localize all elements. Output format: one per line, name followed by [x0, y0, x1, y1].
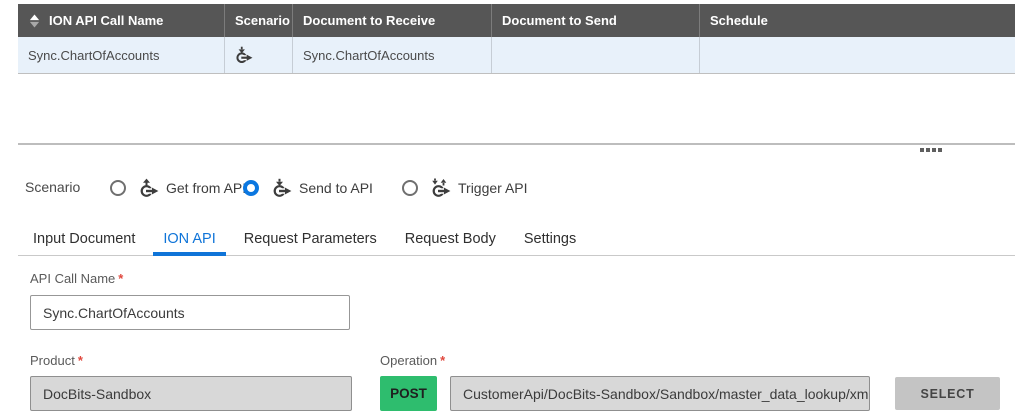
- column-header-label: Document to Receive: [303, 13, 435, 28]
- tab-request-parameters[interactable]: Request Parameters: [234, 222, 387, 255]
- radio-button[interactable]: [110, 180, 126, 196]
- cell-document-to-receive: Sync.ChartOfAccounts: [293, 37, 492, 73]
- scenario-radio-group: Scenario Get from API Send to API Trigge…: [0, 175, 1015, 201]
- scenario-group-label: Scenario: [25, 179, 80, 195]
- trigger-api-icon: [431, 178, 451, 198]
- radio-option-label: Trigger API: [458, 180, 528, 196]
- column-header-schedule[interactable]: Schedule: [700, 4, 1015, 37]
- cell-document-to-send: [492, 37, 700, 73]
- column-header-label: Schedule: [710, 13, 768, 28]
- tab-ion-api[interactable]: ION API: [153, 222, 225, 255]
- label-text: Product: [30, 353, 75, 368]
- splitter-drag-handle-icon[interactable]: [920, 148, 942, 152]
- required-asterisk: *: [440, 353, 445, 368]
- http-method-post-badge: POST: [380, 376, 437, 411]
- radio-option-trigger-api[interactable]: Trigger API: [402, 175, 528, 201]
- product-input-disabled: DocBits-Sandbox: [30, 376, 352, 411]
- required-asterisk: *: [118, 271, 123, 286]
- detail-tabs: Input Document ION API Request Parameter…: [18, 222, 1015, 256]
- radio-option-get-from-api[interactable]: Get from API: [110, 175, 246, 201]
- splitter-divider: [18, 143, 1015, 145]
- radio-button-selected[interactable]: [243, 180, 259, 196]
- api-call-name-input[interactable]: [30, 295, 350, 330]
- send-to-api-icon: [235, 46, 253, 64]
- api-calls-table: ION API Call Name Scenario Document to R…: [18, 4, 1015, 74]
- tab-settings[interactable]: Settings: [514, 222, 586, 255]
- api-call-name-label: API Call Name*: [30, 271, 123, 286]
- label-text: Operation: [380, 353, 437, 368]
- product-label: Product*: [30, 353, 83, 368]
- table-row[interactable]: Sync.ChartOfAccounts Sync.ChartOfAccount…: [18, 37, 1015, 74]
- sort-icon[interactable]: [28, 13, 41, 29]
- get-from-api-icon: [139, 178, 159, 198]
- column-header-ion-api-call-name[interactable]: ION API Call Name: [18, 4, 225, 37]
- table-header-row: ION API Call Name Scenario Document to R…: [18, 4, 1015, 37]
- cell-schedule: [700, 37, 1015, 73]
- column-header-document-to-receive[interactable]: Document to Receive: [293, 4, 492, 37]
- radio-option-send-to-api[interactable]: Send to API: [243, 175, 373, 201]
- column-header-label: Scenario: [235, 13, 290, 28]
- cell-api-call-name: Sync.ChartOfAccounts: [18, 37, 225, 73]
- radio-button[interactable]: [402, 180, 418, 196]
- column-header-scenario[interactable]: Scenario: [225, 4, 293, 37]
- label-text: API Call Name: [30, 271, 115, 286]
- cell-scenario: [225, 37, 293, 73]
- select-operation-button[interactable]: SELECT: [895, 377, 1000, 410]
- radio-option-label: Get from API: [166, 180, 246, 196]
- tab-request-body[interactable]: Request Body: [395, 222, 506, 255]
- column-header-document-to-send[interactable]: Document to Send: [492, 4, 700, 37]
- operation-label: Operation*: [380, 353, 445, 368]
- radio-option-label: Send to API: [299, 180, 373, 196]
- operation-path-input-disabled: CustomerApi/DocBits-Sandbox/Sandbox/mast…: [450, 376, 870, 411]
- tab-input-document[interactable]: Input Document: [23, 222, 145, 255]
- column-header-label: ION API Call Name: [49, 13, 163, 28]
- column-header-label: Document to Send: [502, 13, 617, 28]
- send-to-api-icon: [272, 178, 292, 198]
- required-asterisk: *: [78, 353, 83, 368]
- ion-api-configuration-page: ION API Call Name Scenario Document to R…: [0, 0, 1015, 415]
